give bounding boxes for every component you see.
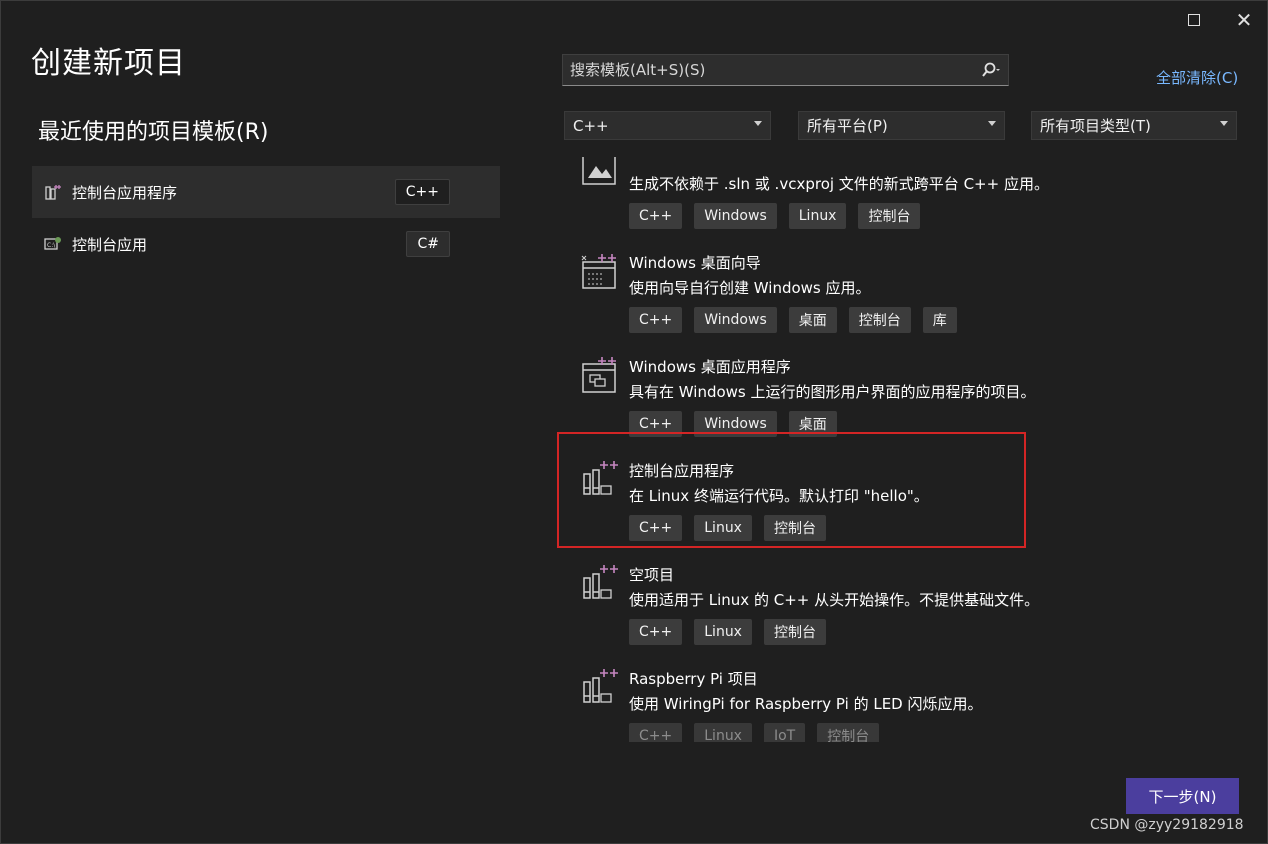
tag: Linux [694, 723, 752, 742]
template-tags: C++ Linux 控制台 [629, 619, 826, 645]
tag: 库 [922, 307, 957, 333]
maximize-icon [1188, 14, 1200, 26]
chevron-down-icon [1220, 121, 1228, 126]
tag: C++ [629, 723, 683, 742]
template-name: Windows 桌面应用程序 [629, 358, 791, 376]
language-tag: C++ [394, 179, 450, 205]
search-icon[interactable] [978, 57, 1004, 83]
console-app-csharp-icon: C:\ [44, 237, 61, 250]
svg-text:C:\: C:\ [47, 242, 56, 249]
tag: 控制台 [858, 203, 921, 229]
tag: 控制台 [817, 723, 880, 742]
template-item-desktop-wizard[interactable]: Windows 桌面向导 使用向导自行创建 Windows 应用。 C++ Wi… [562, 244, 1042, 348]
clear-all-link[interactable]: 全部清除(C) [1156, 67, 1238, 88]
template-list[interactable]: 生成不依赖于 .sln 或 .vcxproj 文件的新式跨平台 C++ 应用。 … [562, 157, 1042, 742]
linux-console-icon [583, 461, 618, 495]
tag: Windows [694, 411, 777, 437]
template-name: 空项目 [629, 566, 675, 584]
recent-item-label: 控制台应用 [72, 235, 148, 254]
template-tags: C++ Windows Linux 控制台 [629, 203, 921, 229]
page-title: 创建新项目 [31, 46, 186, 81]
close-icon: ✕ [1235, 8, 1253, 32]
chevron-down-icon [988, 121, 996, 126]
tag: Windows [694, 203, 777, 229]
template-item-cmake[interactable]: 生成不依赖于 .sln 或 .vcxproj 文件的新式跨平台 C++ 应用。 … [562, 157, 1042, 244]
template-description: 使用向导自行创建 Windows 应用。 [629, 279, 871, 297]
desktop-wizard-icon [581, 254, 616, 289]
tag: 控制台 [763, 515, 826, 541]
watermark: CSDN @zyy29182918 [1090, 817, 1244, 833]
console-app-icon [45, 185, 61, 200]
template-description: 生成不依赖于 .sln 或 .vcxproj 文件的新式跨平台 C++ 应用。 [629, 175, 1042, 193]
platform-filter-dropdown[interactable]: 所有平台(P) [798, 111, 1005, 140]
template-item-raspberry-pi[interactable]: Raspberry Pi 项目 使用 WiringPi for Raspberr… [562, 660, 1042, 742]
recent-item-label: 控制台应用程序 [72, 183, 178, 202]
recent-templates-heading: 最近使用的项目模板(R) [38, 120, 269, 145]
template-name: Raspberry Pi 项目 [629, 670, 758, 688]
platform-filter-value: 所有平台(P) [807, 117, 888, 135]
tag: IoT [763, 723, 806, 742]
search-box [562, 54, 1009, 86]
project-type-filter-value: 所有项目类型(T) [1040, 117, 1151, 135]
desktop-app-icon [582, 357, 616, 393]
template-tags: C++ Windows 桌面 控制台 库 [629, 307, 957, 333]
template-tags: C++ Linux IoT 控制台 [629, 723, 880, 742]
recent-item-console-app-csharp[interactable]: C:\ 控制台应用 C# [32, 218, 500, 270]
tag: 桌面 [788, 411, 837, 437]
tag: C++ [629, 203, 683, 229]
template-description: 在 Linux 终端运行代码。默认打印 "hello"。 [629, 487, 929, 505]
template-description: 使用 WiringPi for Raspberry Pi 的 LED 闪烁应用。 [629, 695, 983, 713]
tag: 桌面 [788, 307, 837, 333]
tag: 控制台 [848, 307, 911, 333]
template-tags: C++ Windows 桌面 [629, 411, 837, 437]
tag: C++ [629, 515, 683, 541]
template-item-desktop-app[interactable]: Windows 桌面应用程序 具有在 Windows 上运行的图形用户界面的应用… [562, 348, 1042, 452]
tag: C++ [629, 619, 683, 645]
search-input[interactable] [570, 61, 978, 79]
tag: 控制台 [763, 619, 826, 645]
template-description: 使用适用于 Linux 的 C++ 从头开始操作。不提供基础文件。 [629, 591, 1040, 609]
cmake-project-icon [582, 157, 616, 185]
tag: Linux [694, 515, 752, 541]
next-button[interactable]: 下一步(N) [1126, 778, 1239, 814]
tag: Linux [694, 619, 752, 645]
language-tag: C# [406, 231, 450, 257]
template-description: 具有在 Windows 上运行的图形用户界面的应用程序的项目。 [629, 383, 1036, 401]
language-filter-value: C++ [573, 116, 609, 135]
linux-empty-project-icon [583, 565, 618, 599]
create-project-window: ✕ 创建新项目 最近使用的项目模板(R) 控制台应用程序 C++ C:\ 控制台… [0, 0, 1268, 844]
recent-item-console-app-cpp[interactable]: 控制台应用程序 C++ [32, 166, 500, 218]
tag: Windows [694, 307, 777, 333]
template-name: 控制台应用程序 [629, 462, 735, 480]
close-button[interactable]: ✕ [1229, 7, 1259, 33]
template-tags: C++ Linux 控制台 [629, 515, 826, 541]
template-item-linux-empty-project[interactable]: 空项目 使用适用于 Linux 的 C++ 从头开始操作。不提供基础文件。 C+… [562, 556, 1042, 660]
maximize-button[interactable] [1179, 7, 1209, 33]
project-type-filter-dropdown[interactable]: 所有项目类型(T) [1031, 111, 1237, 140]
chevron-down-icon [754, 121, 762, 126]
template-item-linux-console-app[interactable]: 控制台应用程序 在 Linux 终端运行代码。默认打印 "hello"。 C++… [562, 452, 1042, 556]
tag: Linux [788, 203, 847, 229]
raspberry-pi-icon [583, 669, 618, 703]
template-name: Windows 桌面向导 [629, 254, 761, 272]
tag: C++ [629, 307, 683, 333]
tag: C++ [629, 411, 683, 437]
language-filter-dropdown[interactable]: C++ [564, 111, 771, 140]
